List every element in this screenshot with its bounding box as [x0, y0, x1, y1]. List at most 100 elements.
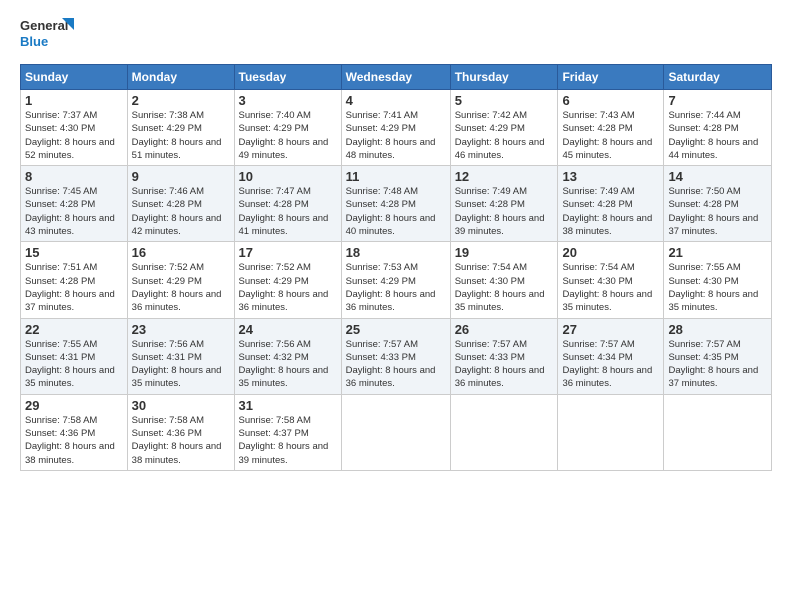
day-number: 23	[132, 322, 230, 337]
calendar-cell	[558, 394, 664, 470]
calendar-cell: 3 Sunrise: 7:40 AMSunset: 4:29 PMDayligh…	[234, 90, 341, 166]
calendar-header: SundayMondayTuesdayWednesdayThursdayFrid…	[21, 65, 772, 90]
header-thursday: Thursday	[450, 65, 558, 90]
day-number: 4	[346, 93, 446, 108]
calendar-body: 1 Sunrise: 7:37 AMSunset: 4:30 PMDayligh…	[21, 90, 772, 471]
day-number: 17	[239, 245, 337, 260]
day-detail: Sunrise: 7:49 AMSunset: 4:28 PMDaylight:…	[455, 186, 545, 237]
day-number: 29	[25, 398, 123, 413]
calendar-cell: 8 Sunrise: 7:45 AMSunset: 4:28 PMDayligh…	[21, 166, 128, 242]
day-detail: Sunrise: 7:48 AMSunset: 4:28 PMDaylight:…	[346, 186, 436, 237]
calendar-cell	[664, 394, 772, 470]
day-detail: Sunrise: 7:57 AMSunset: 4:34 PMDaylight:…	[562, 339, 652, 390]
day-number: 10	[239, 169, 337, 184]
day-detail: Sunrise: 7:37 AMSunset: 4:30 PMDaylight:…	[25, 110, 115, 161]
day-detail: Sunrise: 7:50 AMSunset: 4:28 PMDaylight:…	[668, 186, 758, 237]
day-detail: Sunrise: 7:55 AMSunset: 4:30 PMDaylight:…	[668, 262, 758, 313]
day-number: 1	[25, 93, 123, 108]
day-number: 9	[132, 169, 230, 184]
day-number: 12	[455, 169, 554, 184]
header-monday: Monday	[127, 65, 234, 90]
header: General Blue	[20, 16, 772, 54]
day-number: 18	[346, 245, 446, 260]
day-number: 20	[562, 245, 659, 260]
header-tuesday: Tuesday	[234, 65, 341, 90]
header-wednesday: Wednesday	[341, 65, 450, 90]
day-detail: Sunrise: 7:52 AMSunset: 4:29 PMDaylight:…	[239, 262, 329, 313]
day-number: 14	[668, 169, 767, 184]
day-number: 5	[455, 93, 554, 108]
calendar-cell: 18 Sunrise: 7:53 AMSunset: 4:29 PMDaylig…	[341, 242, 450, 318]
day-detail: Sunrise: 7:55 AMSunset: 4:31 PMDaylight:…	[25, 339, 115, 390]
week-row-4: 22 Sunrise: 7:55 AMSunset: 4:31 PMDaylig…	[21, 318, 772, 394]
day-number: 30	[132, 398, 230, 413]
day-number: 3	[239, 93, 337, 108]
calendar-cell: 17 Sunrise: 7:52 AMSunset: 4:29 PMDaylig…	[234, 242, 341, 318]
day-detail: Sunrise: 7:49 AMSunset: 4:28 PMDaylight:…	[562, 186, 652, 237]
header-friday: Friday	[558, 65, 664, 90]
day-detail: Sunrise: 7:53 AMSunset: 4:29 PMDaylight:…	[346, 262, 436, 313]
day-detail: Sunrise: 7:38 AMSunset: 4:29 PMDaylight:…	[132, 110, 222, 161]
day-detail: Sunrise: 7:54 AMSunset: 4:30 PMDaylight:…	[455, 262, 545, 313]
day-detail: Sunrise: 7:58 AMSunset: 4:36 PMDaylight:…	[25, 415, 115, 466]
day-detail: Sunrise: 7:51 AMSunset: 4:28 PMDaylight:…	[25, 262, 115, 313]
calendar-cell: 10 Sunrise: 7:47 AMSunset: 4:28 PMDaylig…	[234, 166, 341, 242]
calendar-cell: 22 Sunrise: 7:55 AMSunset: 4:31 PMDaylig…	[21, 318, 128, 394]
day-detail: Sunrise: 7:40 AMSunset: 4:29 PMDaylight:…	[239, 110, 329, 161]
day-number: 27	[562, 322, 659, 337]
day-detail: Sunrise: 7:56 AMSunset: 4:31 PMDaylight:…	[132, 339, 222, 390]
day-detail: Sunrise: 7:45 AMSunset: 4:28 PMDaylight:…	[25, 186, 115, 237]
day-detail: Sunrise: 7:43 AMSunset: 4:28 PMDaylight:…	[562, 110, 652, 161]
calendar-cell: 9 Sunrise: 7:46 AMSunset: 4:28 PMDayligh…	[127, 166, 234, 242]
day-number: 22	[25, 322, 123, 337]
day-number: 15	[25, 245, 123, 260]
day-number: 19	[455, 245, 554, 260]
calendar-cell: 24 Sunrise: 7:56 AMSunset: 4:32 PMDaylig…	[234, 318, 341, 394]
calendar-cell: 6 Sunrise: 7:43 AMSunset: 4:28 PMDayligh…	[558, 90, 664, 166]
day-detail: Sunrise: 7:54 AMSunset: 4:30 PMDaylight:…	[562, 262, 652, 313]
header-row: SundayMondayTuesdayWednesdayThursdayFrid…	[21, 65, 772, 90]
day-number: 24	[239, 322, 337, 337]
calendar-cell: 19 Sunrise: 7:54 AMSunset: 4:30 PMDaylig…	[450, 242, 558, 318]
calendar-cell: 23 Sunrise: 7:56 AMSunset: 4:31 PMDaylig…	[127, 318, 234, 394]
calendar-cell: 20 Sunrise: 7:54 AMSunset: 4:30 PMDaylig…	[558, 242, 664, 318]
day-number: 25	[346, 322, 446, 337]
calendar-cell: 26 Sunrise: 7:57 AMSunset: 4:33 PMDaylig…	[450, 318, 558, 394]
day-detail: Sunrise: 7:57 AMSunset: 4:35 PMDaylight:…	[668, 339, 758, 390]
day-number: 8	[25, 169, 123, 184]
week-row-1: 1 Sunrise: 7:37 AMSunset: 4:30 PMDayligh…	[21, 90, 772, 166]
calendar-cell: 14 Sunrise: 7:50 AMSunset: 4:28 PMDaylig…	[664, 166, 772, 242]
day-number: 7	[668, 93, 767, 108]
calendar-cell: 31 Sunrise: 7:58 AMSunset: 4:37 PMDaylig…	[234, 394, 341, 470]
calendar-cell: 13 Sunrise: 7:49 AMSunset: 4:28 PMDaylig…	[558, 166, 664, 242]
calendar: SundayMondayTuesdayWednesdayThursdayFrid…	[20, 64, 772, 471]
day-number: 26	[455, 322, 554, 337]
header-saturday: Saturday	[664, 65, 772, 90]
calendar-cell: 16 Sunrise: 7:52 AMSunset: 4:29 PMDaylig…	[127, 242, 234, 318]
day-detail: Sunrise: 7:47 AMSunset: 4:28 PMDaylight:…	[239, 186, 329, 237]
calendar-cell: 4 Sunrise: 7:41 AMSunset: 4:29 PMDayligh…	[341, 90, 450, 166]
day-detail: Sunrise: 7:57 AMSunset: 4:33 PMDaylight:…	[455, 339, 545, 390]
calendar-cell: 5 Sunrise: 7:42 AMSunset: 4:29 PMDayligh…	[450, 90, 558, 166]
day-detail: Sunrise: 7:57 AMSunset: 4:33 PMDaylight:…	[346, 339, 436, 390]
calendar-cell: 12 Sunrise: 7:49 AMSunset: 4:28 PMDaylig…	[450, 166, 558, 242]
day-detail: Sunrise: 7:56 AMSunset: 4:32 PMDaylight:…	[239, 339, 329, 390]
day-number: 31	[239, 398, 337, 413]
calendar-cell: 28 Sunrise: 7:57 AMSunset: 4:35 PMDaylig…	[664, 318, 772, 394]
day-number: 11	[346, 169, 446, 184]
calendar-cell: 2 Sunrise: 7:38 AMSunset: 4:29 PMDayligh…	[127, 90, 234, 166]
week-row-5: 29 Sunrise: 7:58 AMSunset: 4:36 PMDaylig…	[21, 394, 772, 470]
calendar-cell: 27 Sunrise: 7:57 AMSunset: 4:34 PMDaylig…	[558, 318, 664, 394]
day-number: 13	[562, 169, 659, 184]
calendar-cell: 21 Sunrise: 7:55 AMSunset: 4:30 PMDaylig…	[664, 242, 772, 318]
calendar-cell	[341, 394, 450, 470]
svg-text:Blue: Blue	[20, 34, 48, 49]
day-detail: Sunrise: 7:41 AMSunset: 4:29 PMDaylight:…	[346, 110, 436, 161]
day-number: 6	[562, 93, 659, 108]
week-row-3: 15 Sunrise: 7:51 AMSunset: 4:28 PMDaylig…	[21, 242, 772, 318]
calendar-cell: 29 Sunrise: 7:58 AMSunset: 4:36 PMDaylig…	[21, 394, 128, 470]
day-number: 28	[668, 322, 767, 337]
calendar-cell	[450, 394, 558, 470]
day-detail: Sunrise: 7:46 AMSunset: 4:28 PMDaylight:…	[132, 186, 222, 237]
calendar-cell: 15 Sunrise: 7:51 AMSunset: 4:28 PMDaylig…	[21, 242, 128, 318]
